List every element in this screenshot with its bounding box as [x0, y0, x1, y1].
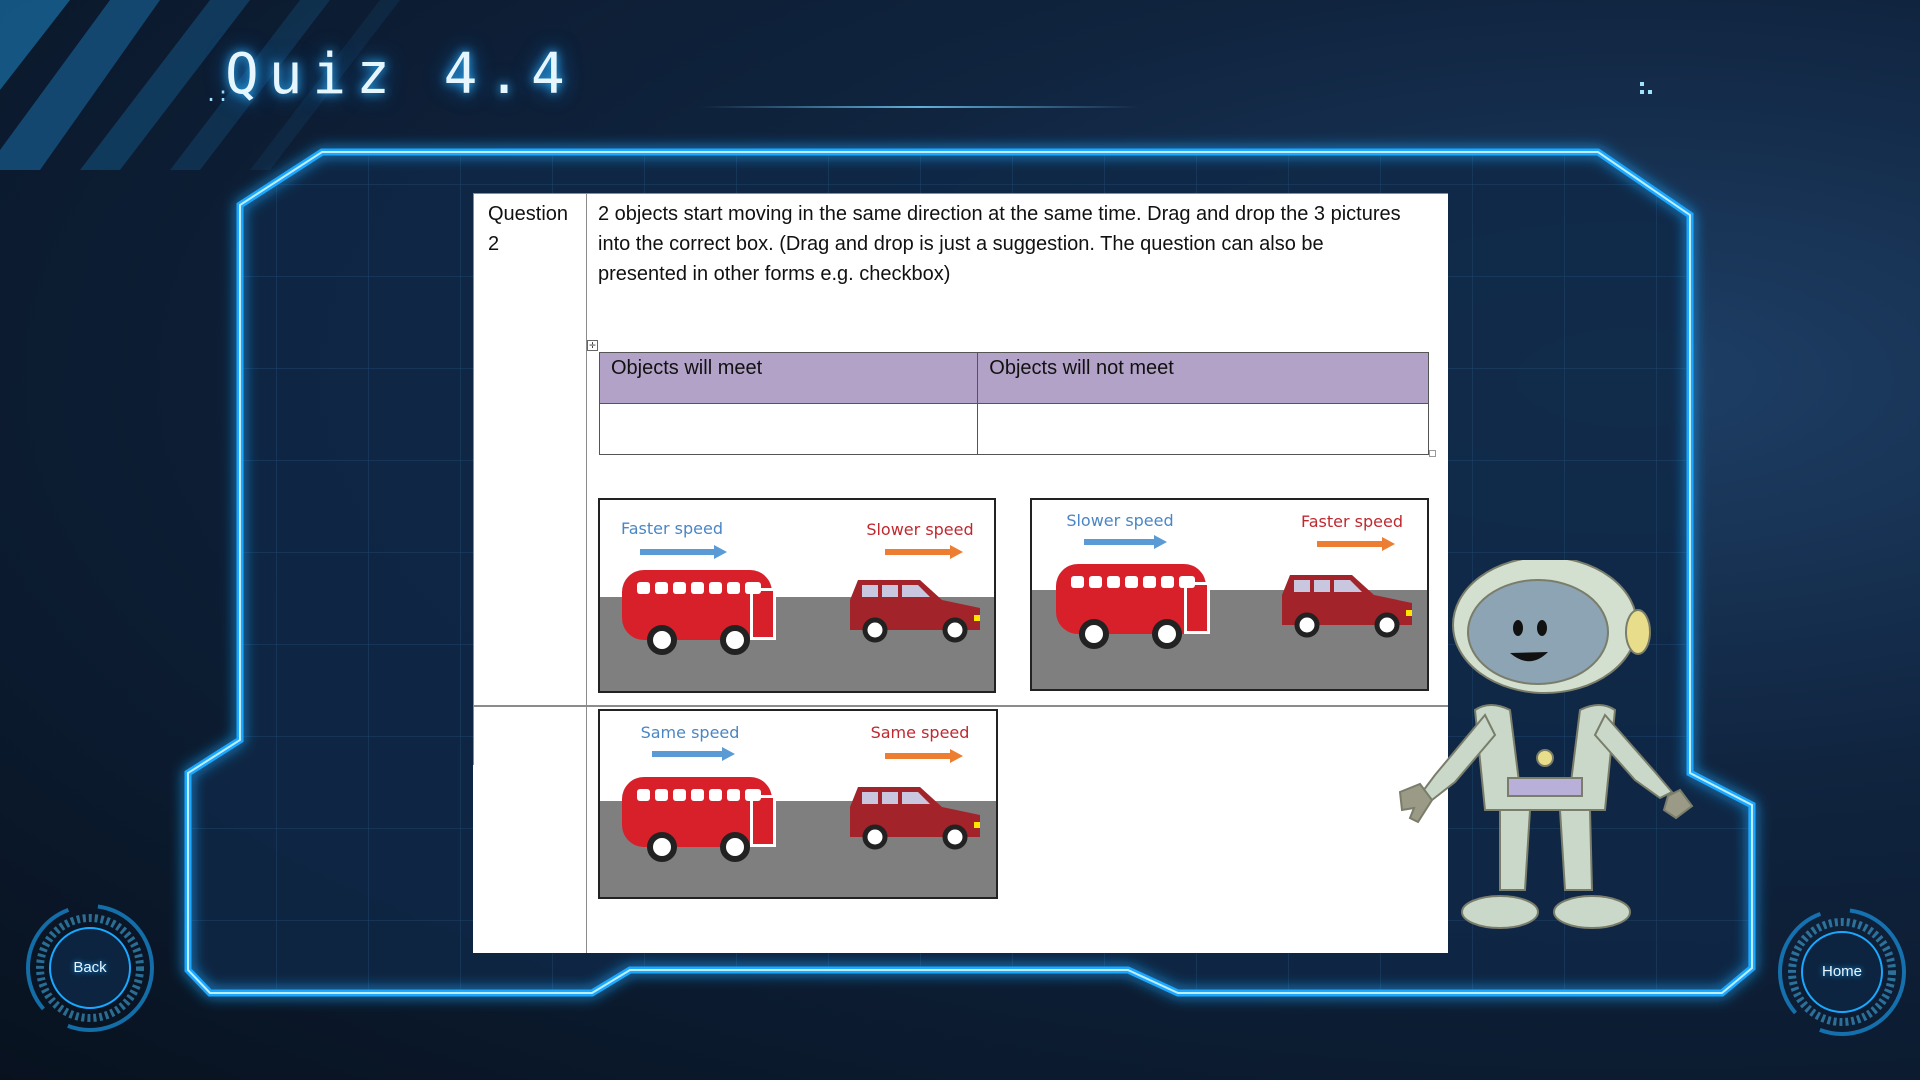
header-objects-will-not-meet: Objects will not meet — [977, 352, 1429, 404]
home-button[interactable]: Home — [1772, 902, 1912, 1042]
drop-zone-will-not-meet[interactable] — [977, 403, 1429, 455]
left-speed-label: Same speed — [641, 723, 740, 742]
left-speed-label: Slower speed — [1066, 511, 1173, 530]
table-border-left — [473, 193, 474, 765]
draggable-card-1[interactable]: Faster speed Slower speed — [598, 498, 996, 693]
right-speed-label: Slower speed — [866, 520, 973, 539]
table-column-divider — [586, 193, 587, 953]
answer-drop-table: Objects will meet Objects will not meet — [598, 352, 1429, 455]
astronaut-robot-mascot — [1398, 560, 1694, 929]
draggable-card-3[interactable]: Same speed Same speed — [598, 709, 998, 899]
drop-zone-will-meet[interactable] — [598, 403, 979, 455]
move-handle-icon[interactable]: ✛ — [587, 340, 598, 351]
red-bus — [1056, 564, 1210, 649]
resize-handle-icon[interactable] — [1429, 450, 1436, 457]
left-speed-label: Faster speed — [621, 519, 723, 538]
header-objects-will-meet: Objects will meet — [598, 352, 979, 404]
table-border-top — [473, 193, 1448, 194]
red-bus — [622, 777, 776, 862]
right-speed-label: Same speed — [871, 723, 970, 742]
table-row-divider — [473, 705, 1448, 707]
question-label: Question 2 — [488, 203, 569, 255]
question-document: Question 2 2 objects start moving in the… — [473, 193, 1448, 953]
draggable-card-2[interactable]: Slower speed Faster speed — [1030, 498, 1429, 691]
right-speed-label: Faster speed — [1301, 512, 1403, 531]
question-text: 2 objects start moving in the same direc… — [598, 203, 1401, 285]
red-bus — [622, 570, 776, 655]
back-button[interactable]: Back — [20, 898, 160, 1038]
back-button-label: Back — [73, 959, 107, 976]
home-button-label: Home — [1821, 963, 1862, 980]
